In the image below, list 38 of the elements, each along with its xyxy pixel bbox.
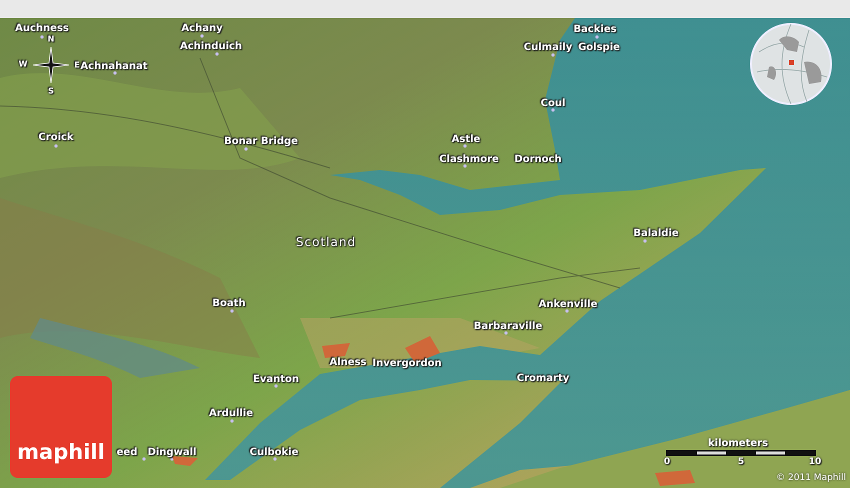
place-label: Cromarty <box>516 373 570 385</box>
place-label: Dingwall <box>148 447 196 459</box>
copyright-text: © 2011 Maphill <box>776 473 846 483</box>
compass-west-label: W <box>18 60 28 68</box>
place-label: Invergordon <box>372 358 442 370</box>
place-label: Auchness <box>15 23 69 35</box>
place-label: Ardullie <box>209 408 253 420</box>
place-label: Achinduich <box>180 41 242 53</box>
place-label: eed <box>116 447 138 459</box>
compass-icon <box>31 45 71 85</box>
place-label: Achany <box>181 23 223 35</box>
place-label: Astle <box>452 134 480 146</box>
scale-tick-label: 10 <box>808 457 822 467</box>
place-label: Golspie <box>578 42 620 54</box>
compass-east-label: E <box>74 60 80 70</box>
place-label: Culbokie <box>250 447 298 459</box>
place-label: Balaldie <box>633 228 679 240</box>
place-label: Dornoch <box>514 154 562 166</box>
place-label: Coul <box>540 98 566 110</box>
place-label: Clashmore <box>439 154 499 166</box>
region-label: Scotland <box>296 236 356 248</box>
place-label: Boath <box>212 298 246 310</box>
place-label: Barbaraville <box>474 321 542 333</box>
place-label: Croick <box>38 132 74 144</box>
place-label: Bonar Bridge <box>224 136 298 148</box>
place-label: Evanton <box>253 374 299 386</box>
scale-unit-label: kilometers <box>708 438 768 449</box>
scale-tick-label: 0 <box>664 457 670 467</box>
scale-tick-label: 5 <box>738 457 744 467</box>
place-label: Achnahanat <box>80 61 148 73</box>
compass-north-label: N <box>48 34 54 44</box>
compass-south-label: S <box>48 86 54 96</box>
place-label: Alness <box>330 357 366 369</box>
locator-globe-icon <box>749 22 833 106</box>
place-label: Culmaily <box>524 42 572 54</box>
maphill-logo: maphill <box>10 376 112 478</box>
place-label: Backies <box>573 24 617 36</box>
place-label: Ankenville <box>538 299 598 311</box>
